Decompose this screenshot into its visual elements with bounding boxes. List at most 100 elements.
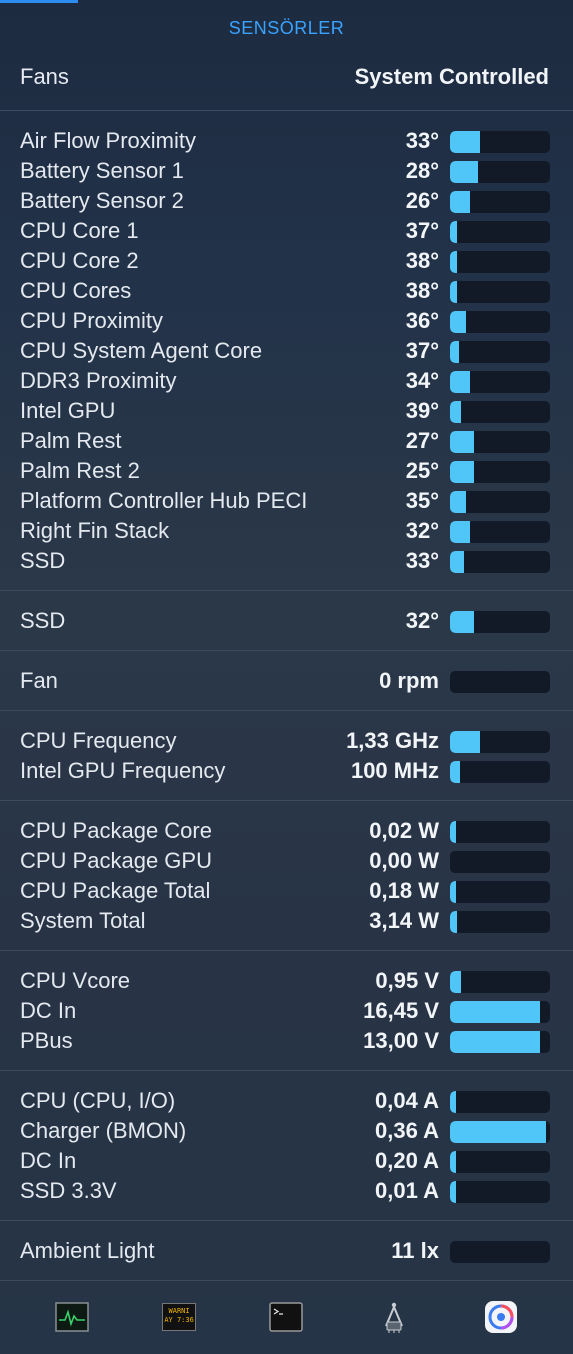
- sensor-row[interactable]: Platform Controller Hub PECI 35°: [0, 486, 573, 516]
- sensor-level-fill: [450, 761, 460, 783]
- sensor-level-bar: [450, 911, 550, 933]
- sensor-level-bar: [450, 1031, 550, 1053]
- sensor-level-bar: [450, 281, 550, 303]
- sensor-level-fill: [450, 971, 461, 993]
- sensor-row[interactable]: CPU System Agent Core 37°: [0, 336, 573, 366]
- sensor-level-bar: [450, 401, 550, 423]
- sensor-level-fill: [450, 311, 466, 333]
- sensor-name: CPU Package Total: [20, 878, 211, 903]
- sensor-value: 28°: [405, 158, 439, 183]
- sensor-row[interactable]: Intel GPU Frequency 100 MHz: [0, 756, 573, 786]
- sensor-value: 0 rpm: [379, 668, 439, 693]
- sensor-value: 35°: [405, 488, 439, 513]
- sensor-row[interactable]: CPU Cores 38°: [0, 276, 573, 306]
- sensor-level-bar: [450, 731, 550, 753]
- sensor-value: 36°: [405, 308, 439, 333]
- sensor-value: 100 MHz: [350, 758, 439, 783]
- sensor-name: PBus: [20, 1028, 73, 1053]
- sensor-row[interactable]: Ambient Light 11 lx: [0, 1236, 573, 1266]
- sensor-level-bar: [450, 1091, 550, 1113]
- activity-monitor-button[interactable]: [54, 1301, 90, 1333]
- sensor-level-fill: [450, 611, 474, 633]
- sensor-section: CPU Frequency 1,33 GHz Intel GPU Frequency…: [0, 726, 573, 786]
- terminal-button[interactable]: [268, 1301, 304, 1333]
- sensor-name: CPU Frequency: [20, 728, 177, 753]
- section-divider: [0, 800, 573, 801]
- system-information-icon: [384, 1302, 403, 1333]
- sensor-value: 25°: [405, 458, 439, 483]
- sensor-level-bar: [450, 191, 550, 213]
- sensor-level-bar: [450, 341, 550, 363]
- sensor-level-fill: [450, 131, 480, 153]
- sensor-level-bar: [450, 251, 550, 273]
- sensor-name: Battery Sensor 2: [20, 188, 184, 213]
- sensor-level-fill: [450, 401, 461, 423]
- sensor-row[interactable]: Fan 0 rpm: [0, 666, 573, 696]
- sensor-row[interactable]: DC In 16,45 V: [0, 996, 573, 1026]
- sensor-row[interactable]: SSD 33°: [0, 546, 573, 576]
- sensor-row[interactable]: DC In 0,20 A: [0, 1146, 573, 1176]
- sensor-name: Ambient Light: [20, 1238, 155, 1263]
- sensor-value: 32°: [405, 608, 439, 633]
- sensor-row[interactable]: Palm Rest 27°: [0, 426, 573, 456]
- sensor-row[interactable]: SSD 32°: [0, 606, 573, 636]
- sensor-row[interactable]: CPU Package GPU 0,00 W: [0, 846, 573, 876]
- sensor-name: Fan: [20, 668, 58, 693]
- sensor-level-fill: [450, 281, 457, 303]
- sensor-row[interactable]: CPU (CPU, I/O) 0,04 A: [0, 1086, 573, 1116]
- console-button[interactable]: WARNI AY 7:36: [161, 1301, 197, 1333]
- sensor-row[interactable]: Intel GPU 39°: [0, 396, 573, 426]
- sensor-row[interactable]: CPU Package Core 0,02 W: [0, 816, 573, 846]
- sensor-section: Fan 0 rpm: [0, 666, 573, 696]
- sensor-row[interactable]: CPU Package Total 0,18 W: [0, 876, 573, 906]
- fans-row[interactable]: Fans System Controlled: [0, 58, 573, 98]
- sensor-level-bar: [450, 1151, 550, 1173]
- sensor-name: CPU Core 2: [20, 248, 139, 273]
- sensor-level-fill: [450, 461, 474, 483]
- sensor-level-fill: [450, 341, 459, 363]
- sensor-row[interactable]: SSD 3.3V 0,01 A: [0, 1176, 573, 1206]
- sensor-row[interactable]: Charger (BMON) 0,36 A: [0, 1116, 573, 1146]
- sensor-value: 16,45 V: [363, 998, 439, 1023]
- section-divider: [0, 590, 573, 591]
- sensor-row[interactable]: CPU Frequency 1,33 GHz: [0, 726, 573, 756]
- sensor-level-fill: [450, 191, 470, 213]
- sensor-value: 3,14 W: [369, 908, 439, 933]
- section-divider: [0, 950, 573, 951]
- sensor-row[interactable]: DDR3 Proximity 34°: [0, 366, 573, 396]
- sensor-row[interactable]: CPU Core 2 38°: [0, 246, 573, 276]
- sensor-level-fill: [450, 371, 470, 393]
- sensor-section: Ambient Light 11 lx: [0, 1236, 573, 1266]
- sensor-row[interactable]: Battery Sensor 1 28°: [0, 156, 573, 186]
- sensor-level-fill: [450, 491, 466, 513]
- system-information-button[interactable]: [376, 1301, 412, 1333]
- sensor-row[interactable]: System Total 3,14 W: [0, 906, 573, 936]
- sensor-level-bar: [450, 761, 550, 783]
- sensor-value: 0,36 A: [374, 1118, 439, 1143]
- sensor-row[interactable]: PBus 13,00 V: [0, 1026, 573, 1056]
- sensor-level-bar: [450, 821, 550, 843]
- sensor-row[interactable]: Battery Sensor 2 26°: [0, 186, 573, 216]
- sensor-section: SSD 32°: [0, 606, 573, 636]
- sensor-row[interactable]: Palm Rest 2 25°: [0, 456, 573, 486]
- sensor-row[interactable]: CPU Proximity 36°: [0, 306, 573, 336]
- panel-title: SENSÖRLER: [228, 18, 345, 38]
- sensor-value: 33°: [405, 128, 439, 153]
- sensor-value: 0,02 W: [369, 818, 439, 843]
- sensor-level-bar: [450, 851, 550, 873]
- console-icon-line-2: AY 7:36: [164, 1316, 194, 1324]
- sensor-level-bar: [450, 521, 550, 543]
- sensor-name: CPU Proximity: [20, 308, 164, 333]
- sensor-row[interactable]: Right Fin Stack 32°: [0, 516, 573, 546]
- sensor-value: 32°: [405, 518, 439, 543]
- sensor-row[interactable]: CPU Vcore 0,95 V: [0, 966, 573, 996]
- sensor-level-bar: [450, 461, 550, 483]
- sensor-row[interactable]: CPU Core 1 37°: [0, 216, 573, 246]
- sensor-level-fill: [450, 1121, 546, 1143]
- sensor-row[interactable]: Air Flow Proximity 33°: [0, 126, 573, 156]
- console-icon: WARNI AY 7:36: [162, 1303, 197, 1331]
- istat-button[interactable]: [483, 1301, 519, 1333]
- sensor-level-fill: [450, 551, 464, 573]
- sensor-level-bar: [450, 551, 550, 573]
- sensor-value: 37°: [405, 338, 439, 363]
